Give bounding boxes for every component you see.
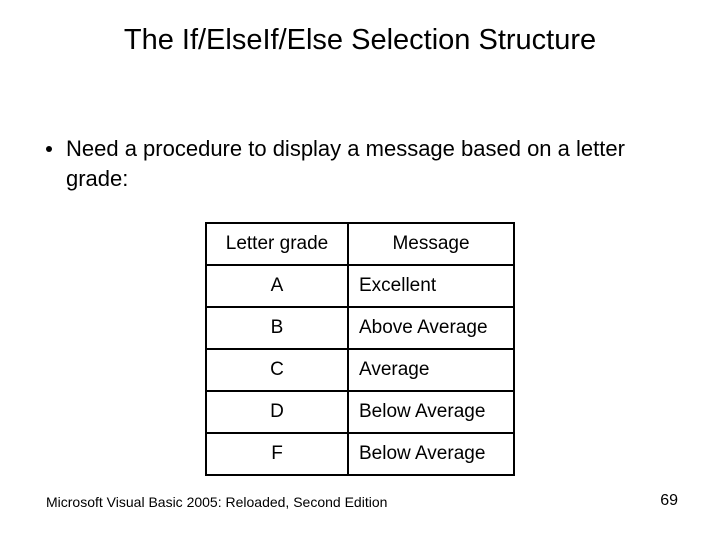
grade-table: Letter grade Message A Excellent B Above… [205, 222, 515, 476]
slide: The If/ElseIf/Else Selection Structure N… [0, 0, 720, 540]
table-row: B Above Average [206, 307, 514, 349]
cell-message: Below Average [348, 391, 514, 433]
slide-number: 69 [660, 492, 678, 510]
table-row: F Below Average [206, 433, 514, 475]
bullet-list: Need a procedure to display a message ba… [46, 134, 680, 193]
table-row: D Below Average [206, 391, 514, 433]
cell-grade: C [206, 349, 348, 391]
cell-grade: D [206, 391, 348, 433]
bullet-item: Need a procedure to display a message ba… [46, 134, 680, 193]
cell-message: Above Average [348, 307, 514, 349]
grade-table-wrap: Letter grade Message A Excellent B Above… [205, 222, 515, 476]
bullet-dot-icon [46, 146, 52, 152]
slide-title: The If/ElseIf/Else Selection Structure [0, 24, 720, 57]
cell-grade: B [206, 307, 348, 349]
bullet-text: Need a procedure to display a message ba… [66, 134, 680, 193]
table-header-grade: Letter grade [206, 223, 348, 265]
cell-grade: A [206, 265, 348, 307]
table-row: C Average [206, 349, 514, 391]
footer-text: Microsoft Visual Basic 2005: Reloaded, S… [46, 494, 387, 510]
cell-message: Average [348, 349, 514, 391]
table-row: A Excellent [206, 265, 514, 307]
table-header-row: Letter grade Message [206, 223, 514, 265]
cell-message: Below Average [348, 433, 514, 475]
cell-grade: F [206, 433, 348, 475]
table-header-message: Message [348, 223, 514, 265]
cell-message: Excellent [348, 265, 514, 307]
